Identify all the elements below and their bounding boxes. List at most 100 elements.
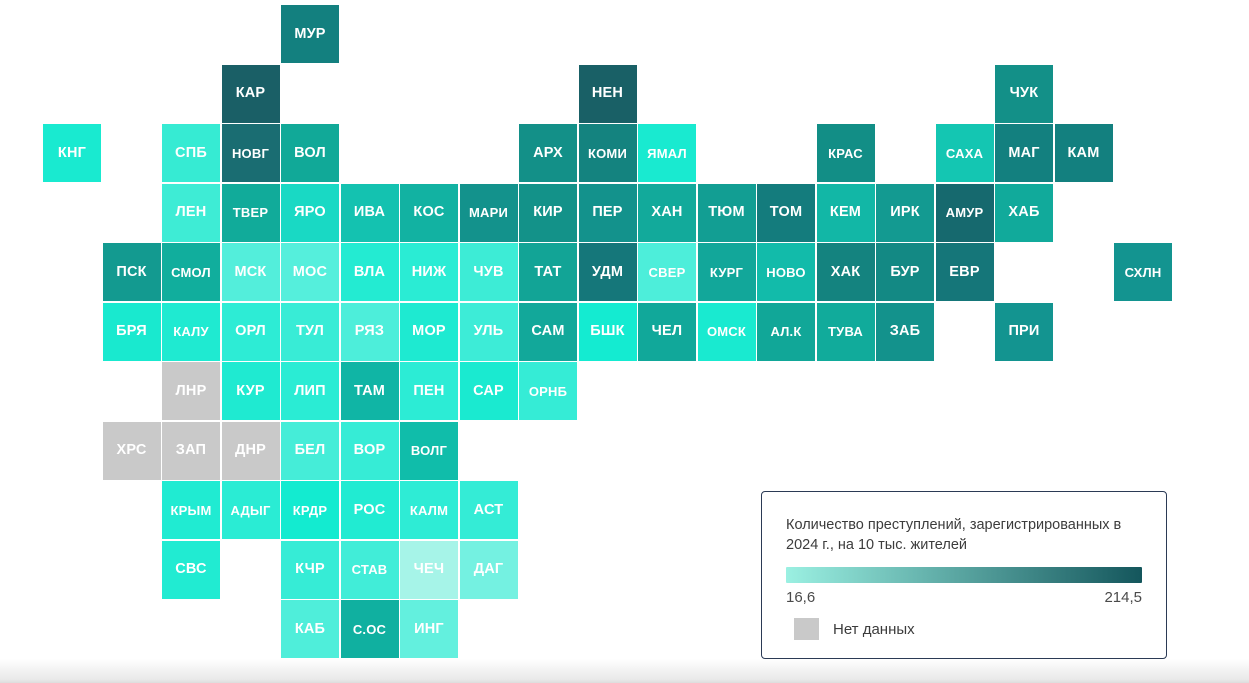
region-tile-label: ЧУВ <box>473 263 504 280</box>
region-tile[interactable]: ХАН <box>638 183 696 242</box>
region-tile[interactable]: ДАГ <box>459 540 518 599</box>
region-tile-label: ДНР <box>234 442 267 459</box>
region-tile[interactable]: ОРЛ <box>221 302 280 361</box>
region-tile[interactable]: ЛИП <box>281 362 339 420</box>
region-tile[interactable]: САР <box>459 362 518 420</box>
region-tile[interactable]: ОРНБ <box>519 362 577 420</box>
region-tile[interactable]: ТВЕР <box>221 183 280 242</box>
region-tile[interactable]: АДЫГ <box>221 481 280 539</box>
region-tile[interactable]: КРАС <box>816 124 875 182</box>
region-tile-label: КЧР <box>295 561 325 578</box>
region-tile[interactable]: КАР <box>221 64 280 123</box>
region-tile[interactable]: МАРИ <box>459 183 518 242</box>
region-tile[interactable]: БРЯ <box>102 302 161 361</box>
region-tile[interactable]: ХАК <box>816 243 875 301</box>
region-tile-label: НОВО <box>766 264 806 280</box>
region-tile[interactable]: ЧЕЛ <box>638 302 696 361</box>
region-tile[interactable]: ДНР <box>221 421 280 480</box>
region-tile[interactable]: МОР <box>400 302 458 361</box>
region-tile-label: КРАС <box>828 145 863 161</box>
region-tile-label: СМОЛ <box>171 264 211 280</box>
region-tile[interactable]: КАЛУ <box>162 302 220 361</box>
region-tile[interactable]: ЧЕЧ <box>400 540 458 599</box>
region-tile[interactable]: ВОЛ <box>281 124 339 182</box>
region-tile[interactable]: МСК <box>221 243 280 301</box>
region-tile[interactable]: С.ОС <box>340 600 399 658</box>
region-tile[interactable]: АЛ.К <box>757 302 815 361</box>
region-tile[interactable]: ТЮМ <box>697 183 756 242</box>
region-tile[interactable]: ИРК <box>876 183 934 242</box>
region-tile[interactable]: МУР <box>281 5 339 63</box>
region-tile[interactable]: ТАТ <box>519 243 577 301</box>
region-tile[interactable]: КЕМ <box>816 183 875 242</box>
region-tile[interactable]: КНГ <box>43 124 101 182</box>
region-tile[interactable]: НИЖ <box>400 243 458 301</box>
region-tile[interactable]: ЧУК <box>995 64 1053 123</box>
region-tile[interactable]: ЯРО <box>281 183 339 242</box>
region-tile[interactable]: ТУЛ <box>281 302 339 361</box>
region-tile-label: ХАК <box>830 263 861 280</box>
region-tile[interactable]: ЛЕН <box>162 183 220 242</box>
region-tile[interactable]: СВС <box>162 540 220 599</box>
region-tile[interactable]: АСТ <box>459 481 518 539</box>
region-tile-label: ЗАБ <box>889 323 921 340</box>
region-tile[interactable]: НОВО <box>757 243 815 301</box>
region-tile[interactable]: АРХ <box>519 124 577 182</box>
region-tile[interactable]: БЕЛ <box>281 421 339 480</box>
region-tile[interactable]: ТАМ <box>340 362 399 420</box>
region-tile[interactable]: КУРГ <box>697 243 756 301</box>
region-tile-label: КАЛУ <box>173 324 209 339</box>
region-tile[interactable]: ВОЛГ <box>400 421 458 480</box>
region-tile[interactable]: РЯЗ <box>340 302 399 361</box>
region-tile[interactable]: САХА <box>935 124 994 182</box>
region-tile[interactable]: ВЛА <box>340 243 399 301</box>
region-tile[interactable]: РОС <box>340 481 399 539</box>
region-tile[interactable]: КРДР <box>281 481 339 539</box>
region-tile[interactable]: ЛНР <box>162 362 220 420</box>
region-tile[interactable]: СМОЛ <box>162 243 220 301</box>
region-tile[interactable]: ПСК <box>102 243 161 301</box>
region-tile[interactable]: КРЫМ <box>162 481 220 539</box>
region-tile[interactable]: ПЕН <box>400 362 458 420</box>
region-tile[interactable]: ВОР <box>340 421 399 480</box>
region-tile[interactable]: ЗАП <box>162 421 220 480</box>
region-tile[interactable]: СТАВ <box>340 540 399 599</box>
region-tile[interactable]: НЕН <box>578 64 637 123</box>
region-tile[interactable]: УЛЬ <box>459 302 518 361</box>
region-tile[interactable]: СПБ <box>162 124 220 182</box>
region-tile[interactable]: КИР <box>519 183 577 242</box>
region-tile[interactable]: УДМ <box>578 243 637 301</box>
region-tile[interactable]: ХАБ <box>995 183 1053 242</box>
region-tile[interactable]: ПРИ <box>995 302 1053 361</box>
region-tile-label: ЛИП <box>294 382 326 399</box>
region-tile[interactable]: МАГ <box>995 124 1053 182</box>
region-tile[interactable]: ИВА <box>340 183 399 242</box>
region-tile[interactable]: КАБ <box>281 600 339 658</box>
region-tile[interactable]: АМУР <box>935 183 994 242</box>
region-tile[interactable]: БШК <box>578 302 637 361</box>
region-tile[interactable]: ИНГ <box>400 600 458 658</box>
region-tile[interactable]: ТОМ <box>757 183 815 242</box>
region-tile[interactable]: КУР <box>221 362 280 420</box>
region-tile[interactable]: ХРС <box>102 421 161 480</box>
region-tile[interactable]: КАМ <box>1054 124 1113 182</box>
region-tile[interactable]: НОВГ <box>221 124 280 182</box>
region-tile[interactable]: ТУВА <box>816 302 875 361</box>
region-tile-label: ВЛА <box>353 263 386 280</box>
region-tile[interactable]: КОМИ <box>578 124 637 182</box>
region-tile[interactable]: СВЕР <box>638 243 696 301</box>
region-tile[interactable]: ОМСК <box>697 302 756 361</box>
region-tile[interactable]: ЕВР <box>935 243 994 301</box>
region-tile-label: КОС <box>413 204 445 221</box>
region-tile[interactable]: МОС <box>281 243 339 301</box>
region-tile[interactable]: СХЛН <box>1114 243 1172 301</box>
region-tile[interactable]: КАЛМ <box>400 481 458 539</box>
region-tile[interactable]: КОС <box>400 183 458 242</box>
region-tile[interactable]: САМ <box>519 302 577 361</box>
region-tile[interactable]: ЯМАЛ <box>638 124 696 182</box>
region-tile[interactable]: БУР <box>876 243 934 301</box>
region-tile[interactable]: ЗАБ <box>876 302 934 361</box>
region-tile[interactable]: ПЕР <box>578 183 637 242</box>
region-tile[interactable]: КЧР <box>281 540 339 599</box>
region-tile[interactable]: ЧУВ <box>459 243 518 301</box>
